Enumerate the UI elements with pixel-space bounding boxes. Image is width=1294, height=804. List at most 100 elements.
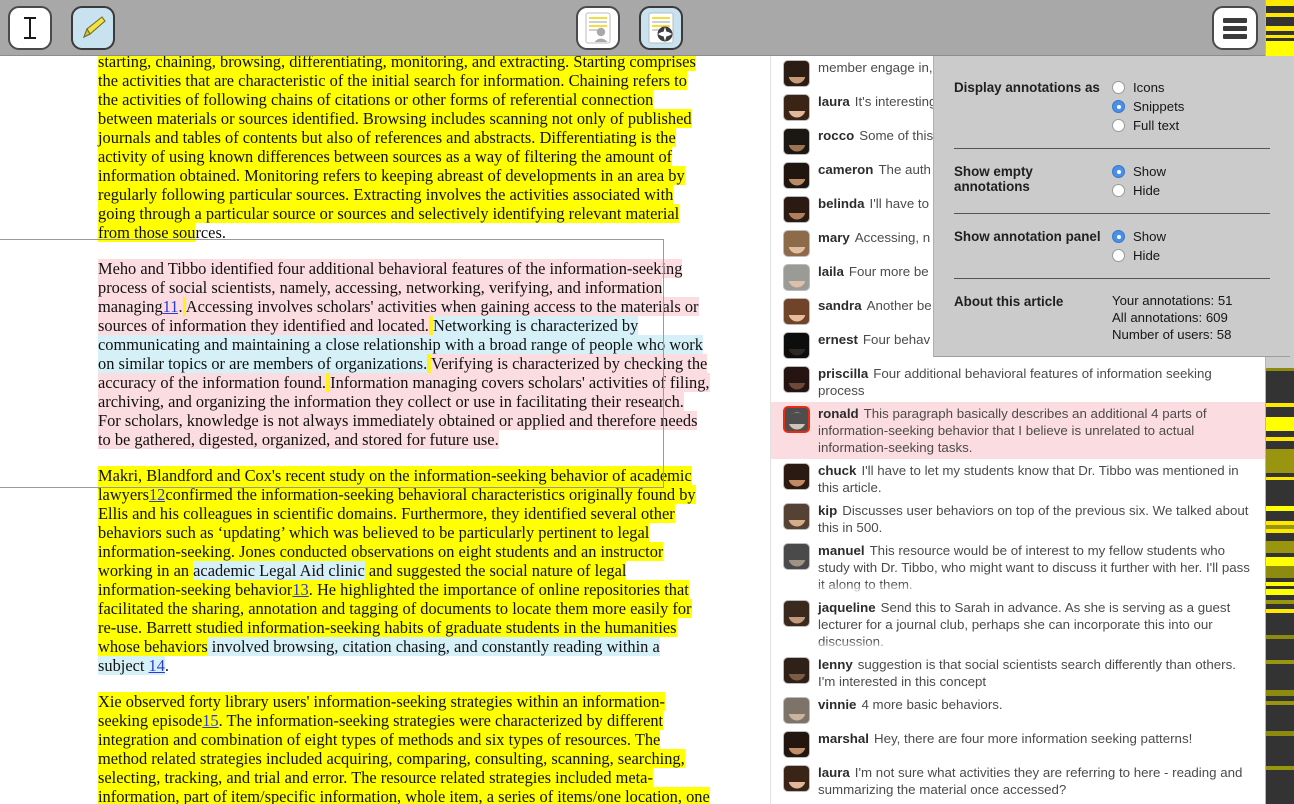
settings-divider [954, 278, 1270, 279]
settings-groups: Display annotations as Icons Snippets Full … [954, 74, 1270, 279]
annotation-item[interactable]: manuel This resource would be of interest… [771, 539, 1265, 596]
highlighter-tool[interactable] [71, 6, 115, 50]
radio-option-icons[interactable]: Icons [1112, 78, 1270, 97]
annotation-item[interactable]: ronald This paragraph basically describes… [771, 402, 1265, 459]
minimap-segment [1266, 664, 1294, 690]
avatar [783, 657, 810, 684]
avatar-hair [786, 771, 807, 782]
avatar-hair [786, 134, 807, 145]
minimap-segment [1266, 639, 1294, 660]
avatar-hair [786, 606, 807, 617]
annotation-item[interactable]: jaqueline Send this to Sarah in advance. … [771, 596, 1265, 653]
avatar [783, 230, 810, 257]
avatar-hair [786, 469, 807, 480]
annotation-author: ronald [818, 406, 859, 421]
minimap-segment [1266, 736, 1294, 766]
annotation-item[interactable]: laura I'm not sure what activities they a… [771, 761, 1265, 801]
paragraph-p3[interactable]: Makri, Blandford and Cox's recent study … [98, 466, 710, 675]
avatar-hair [786, 549, 807, 560]
avatar [783, 503, 810, 530]
avatar [783, 765, 810, 792]
citation-link[interactable]: 11 [162, 297, 179, 316]
annotation-author: rocco [818, 128, 855, 143]
annotation-item[interactable]: vinnie 4 more basic behaviors. [771, 693, 1265, 727]
radio-option-snippets[interactable]: Snippets [1112, 97, 1270, 116]
avatar-hair [786, 236, 807, 247]
annotation-text: lenny suggestion is that social scientist… [818, 657, 1236, 689]
document-pane[interactable]: starting, chaining, browsing, differenti… [0, 56, 770, 804]
minimap-segment [1266, 541, 1294, 553]
avatar [783, 298, 810, 325]
radio-label: Icons [1133, 80, 1165, 95]
my-annotations-tool[interactable] [576, 6, 620, 50]
radio-button[interactable] [1112, 100, 1125, 113]
annotation-item[interactable]: priscilla Four additional behavioral feat… [771, 362, 1265, 402]
avatar [783, 600, 810, 627]
annotation-author: kip [818, 503, 838, 518]
all-annotations-tool[interactable] [639, 6, 683, 50]
annotation-author: lenny [818, 657, 853, 672]
annotation-text: marshal Hey, there are four more informat… [818, 731, 1193, 746]
annotation-author: vinnie [818, 697, 857, 712]
minimap-segment [1266, 441, 1294, 449]
radio-option-show[interactable]: Show [1112, 227, 1270, 246]
minimap-segment [1266, 566, 1294, 578]
paragraph-p2[interactable]: Meho and Tibbo identified four additiona… [98, 259, 710, 449]
settings-popover[interactable]: Display annotations as Icons Snippets Full … [933, 56, 1290, 357]
avatar-hair [786, 372, 807, 383]
citation-link[interactable]: 12 [148, 485, 166, 504]
avatar [783, 463, 810, 490]
minimap-segment [1266, 613, 1294, 635]
annotation-item[interactable]: kip Discusses user behaviors on top of th… [771, 499, 1265, 539]
avatar-hair [786, 737, 807, 748]
citation-link[interactable]: 14 [148, 656, 165, 675]
radio-button[interactable] [1112, 81, 1125, 94]
minimap-segment [1266, 480, 1294, 506]
avatar [783, 60, 810, 87]
about-stat-line: Your annotations: 51 [1112, 293, 1233, 308]
annotation-author: chuck [818, 463, 857, 478]
settings-menu[interactable] [1212, 6, 1258, 50]
annotation-item[interactable]: chuck I'll have to let my students know t… [771, 459, 1265, 499]
radio-button[interactable] [1112, 184, 1125, 197]
paragraph-p4[interactable]: Xie observed forty library users' inform… [98, 692, 710, 804]
avatar [783, 332, 810, 359]
radio-option-full-text[interactable]: Full text [1112, 116, 1270, 135]
avatar-hair [786, 509, 807, 520]
annotation-author: cameron [818, 162, 874, 177]
avatar [783, 697, 810, 724]
annotation-author: laura [818, 765, 850, 780]
hamburger-menu-icon [1223, 18, 1247, 39]
minimap-segment [1266, 417, 1294, 431]
citation-link[interactable]: 13 [292, 580, 309, 599]
avatar-hair [786, 703, 807, 714]
text-run: starting, chaining, browsing, differenti… [98, 56, 696, 242]
pencil-highlighter-icon [82, 16, 106, 39]
text-select-tool[interactable] [8, 6, 52, 50]
annotation-text: manuel This resource would be of interest… [818, 543, 1250, 592]
radio-label: Full text [1133, 118, 1180, 133]
person-document-icon [585, 12, 611, 44]
radio-label: Hide [1133, 248, 1161, 263]
radio-button[interactable] [1112, 119, 1125, 132]
radio-button[interactable] [1112, 165, 1125, 178]
annotation-author: ernest [818, 332, 858, 347]
setting-options: Show Hide [1112, 162, 1270, 200]
radio-option-hide[interactable]: Hide [1112, 181, 1270, 200]
radio-option-show[interactable]: Show [1112, 162, 1270, 181]
minimap-segment [1266, 371, 1294, 403]
minimap-segment [1266, 449, 1294, 473]
citation-link[interactable]: 15 [202, 711, 219, 730]
avatar-hair [786, 338, 807, 349]
avatar [783, 731, 810, 758]
paragraph-p1[interactable]: starting, chaining, browsing, differenti… [98, 56, 710, 242]
radio-label: Show [1133, 229, 1166, 244]
annotation-text: ronald This paragraph basically describes… [818, 406, 1207, 455]
radio-option-hide[interactable]: Hide [1112, 246, 1270, 265]
radio-button[interactable] [1112, 230, 1125, 243]
setting-label: Display annotations as [954, 80, 1100, 95]
annotation-item[interactable]: marshal Hey, there are four more informat… [771, 727, 1265, 761]
radio-button[interactable] [1112, 249, 1125, 262]
radio-label: Hide [1133, 183, 1161, 198]
annotation-item[interactable]: lenny suggestion is that social scientist… [771, 653, 1265, 693]
